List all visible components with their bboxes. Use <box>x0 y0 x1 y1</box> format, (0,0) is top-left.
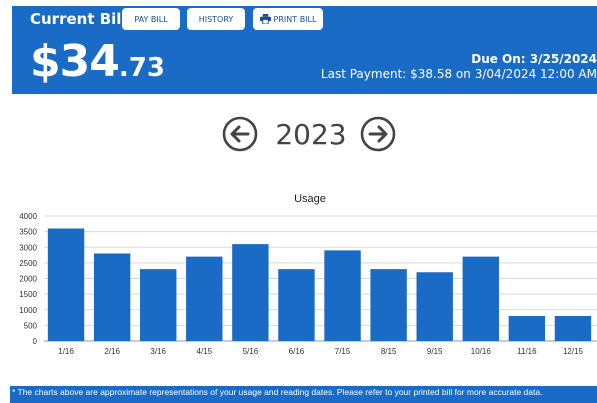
printer-icon <box>259 14 271 24</box>
usage-bar[interactable] <box>416 272 453 341</box>
history-label: HISTORY <box>198 14 234 24</box>
usage-bar[interactable] <box>324 250 361 341</box>
arrow-right-circle-icon[interactable] <box>360 116 396 152</box>
usage-bar[interactable] <box>140 269 177 341</box>
year-label: 2023 <box>275 118 347 151</box>
pay-bill-label: PAY BILL <box>134 14 168 24</box>
bill-amount-dollars: $34 <box>30 36 120 87</box>
chart-disclaimer: * The charts above are approximate repre… <box>10 386 597 403</box>
year-navigator: 2023 <box>222 116 400 156</box>
usage-bar[interactable] <box>93 253 131 342</box>
x-tick-label: 1/16 <box>58 347 74 356</box>
print-bill-label: PRINT BILL <box>273 14 317 24</box>
usage-bar[interactable] <box>278 269 315 341</box>
usage-bar-chart: 0 500 1000 1500 2000 2500 3000 3500 4000 1/16 2/16… <box>19 212 597 356</box>
x-tick-label: 7/15 <box>335 347 351 356</box>
x-tick-label: 12/15 <box>563 347 584 356</box>
y-tick-label: 500 <box>24 321 38 330</box>
y-tick-label: 1000 <box>19 306 37 315</box>
x-tick-label: 10/16 <box>471 347 492 356</box>
x-tick-label: 11/16 <box>517 347 537 356</box>
last-payment: Last Payment: $38.58 on 3/04/2024 12:00 … <box>320 67 597 81</box>
x-tick-label: 3/16 <box>150 347 166 356</box>
header-title: Current Bill <box>30 10 127 28</box>
arrow-left-circle-icon[interactable] <box>222 116 258 152</box>
pay-bill-button[interactable]: PAY BILL <box>122 8 180 30</box>
bill-amount: $34.73 <box>30 36 165 87</box>
x-tick-label: 6/16 <box>289 347 305 356</box>
usage-bar[interactable] <box>554 316 592 341</box>
y-tick-label: 0 <box>33 337 38 346</box>
print-bill-button[interactable]: PRINT BILL <box>253 8 323 30</box>
y-tick-label: 2000 <box>19 275 37 284</box>
usage-bar[interactable] <box>462 256 499 341</box>
bill-header: Current Bill PAY BILL HISTORY PRINT BILL… <box>12 6 597 94</box>
y-tick-label: 3500 <box>19 228 37 237</box>
y-tick-label: 3000 <box>19 243 37 252</box>
bill-amount-cents: .73 <box>118 53 165 83</box>
y-tick-label: 1500 <box>19 290 37 299</box>
y-tick-label: 4000 <box>19 212 37 221</box>
x-tick-label: 8/15 <box>381 347 397 356</box>
y-tick-label: 2500 <box>19 259 37 268</box>
usage-bar[interactable] <box>370 269 407 341</box>
usage-bar[interactable] <box>508 316 546 341</box>
x-tick-label: 5/16 <box>243 347 259 356</box>
usage-bar[interactable] <box>232 244 269 341</box>
chart-title: Usage <box>294 193 326 205</box>
x-tick-label: 4/15 <box>197 347 213 356</box>
usage-bar[interactable] <box>186 256 223 341</box>
due-date: Due On: 3/25/2024 <box>471 52 597 66</box>
x-tick-label: 9/15 <box>427 347 443 356</box>
x-tick-label: 2/16 <box>104 347 120 356</box>
history-button[interactable]: HISTORY <box>187 8 245 30</box>
usage-bar[interactable] <box>47 228 85 342</box>
